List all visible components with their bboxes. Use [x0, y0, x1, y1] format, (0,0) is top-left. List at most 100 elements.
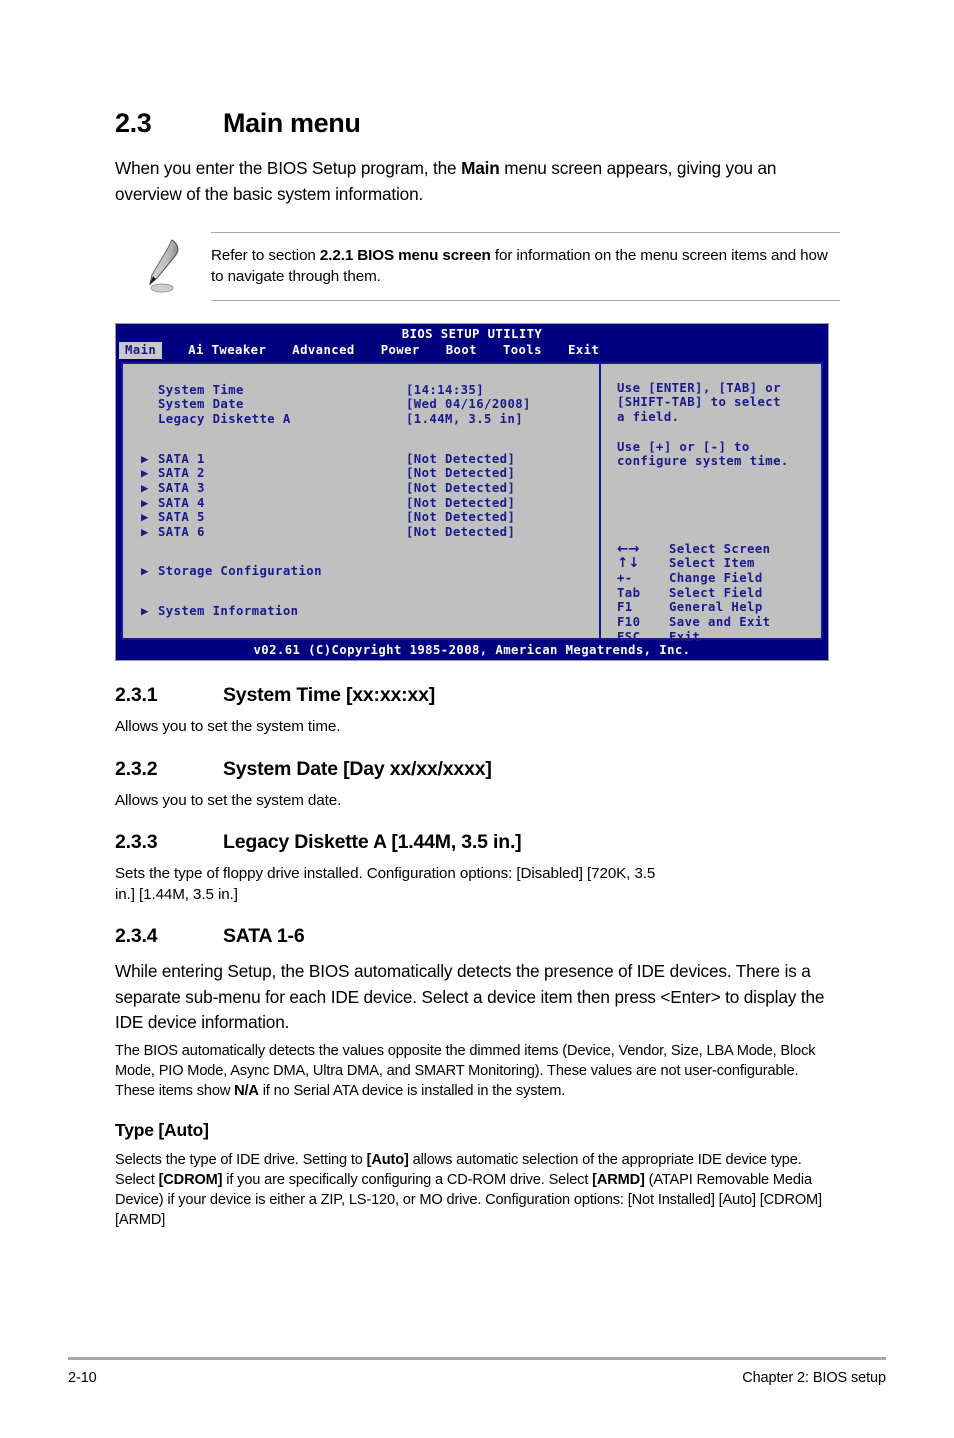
bios-legend-change-field: +- Change Field	[617, 571, 821, 586]
bios-field-label: System Date	[158, 397, 244, 412]
subsection-body-234-para1: While entering Setup, the BIOS automatic…	[115, 961, 825, 1033]
intro-text-a: When you enter the BIOS Setup program, t…	[115, 158, 462, 178]
footer-chapter: Chapter 2: BIOS setup	[742, 1370, 886, 1386]
pencil-icon	[115, 232, 211, 294]
type-auto-bold-armd: [ARMD]	[592, 1171, 645, 1188]
subsection-number: 2.3.4	[115, 925, 158, 948]
bios-item-sata-1[interactable]: ▶ SATA 1 [Not Detected]	[141, 452, 599, 467]
bios-item-label: SATA 2	[158, 466, 205, 481]
bios-tab-main[interactable]: Main	[119, 342, 163, 359]
submenu-arrow-icon: ▶	[141, 480, 149, 495]
subsection-number: 2.3.3	[115, 831, 158, 854]
bios-item-value: [Not Detected]	[406, 525, 516, 540]
note-text: Refer to section 2.2.1 BIOS menu screen …	[211, 245, 840, 287]
subsection-heading-234: 2.3.4 SATA 1-6	[115, 925, 840, 948]
bios-tab-exit[interactable]: Exit	[568, 342, 599, 359]
bios-legend-action: Save and Exit	[669, 615, 771, 630]
type-auto-d: if you are specifically configuring a CD…	[222, 1171, 593, 1188]
submenu-arrow-icon: ▶	[141, 603, 149, 618]
para2-text-b: if no Serial ATA device is installed in …	[258, 1082, 566, 1099]
bios-item-value: [Not Detected]	[406, 510, 516, 525]
bios-legend-action: Change Field	[669, 571, 763, 585]
page-footer: 2-10 Chapter 2: BIOS setup	[68, 1370, 886, 1386]
subsection-title: Legacy Diskette A [1.44M, 3.5 in.]	[223, 831, 522, 854]
intro-text-bold: Main	[461, 158, 500, 178]
bios-item-label: SATA 3	[158, 480, 205, 495]
subsection-title: System Date [Day xx/xx/xxxx]	[223, 757, 492, 780]
bios-settings-panel: System Time [14:14:35] System Date [Wed …	[123, 363, 601, 638]
bios-menu-bar: Main Ai Tweaker Advanced Power Boot Tool…	[116, 342, 828, 359]
bios-field-system-time[interactable]: System Time [14:14:35]	[141, 383, 599, 398]
type-auto-heading: Type [Auto]	[115, 1119, 209, 1140]
subsection-body-231: Allows you to set the system time.	[115, 718, 341, 736]
bios-legend-select-screen: ←→ Select Screen	[617, 540, 821, 557]
submenu-arrow-icon: ▶	[141, 510, 149, 525]
bios-field-legacy-diskette-a[interactable]: Legacy Diskette A [1.44M, 3.5 in]	[141, 412, 599, 427]
bios-item-sata-2[interactable]: ▶ SATA 2 [Not Detected]	[141, 466, 599, 481]
footer-divider	[68, 1357, 886, 1360]
submenu-arrow-icon: ▶	[141, 564, 149, 579]
f1-key: F1	[617, 600, 633, 615]
bios-field-label: Legacy Diskette A	[158, 412, 291, 427]
subsection-title: SATA 1-6	[223, 925, 305, 948]
subsection-body-232: Allows you to set the system date.	[115, 791, 342, 809]
bios-legend-action: Select Field	[669, 585, 763, 600]
subsection-heading-232: 2.3.2 System Date [Day xx/xx/xxxx]	[115, 758, 840, 781]
document-page: 2.3 Main menu When you enter the BIOS Se…	[0, 0, 954, 1438]
submenu-arrow-icon: ▶	[141, 466, 149, 481]
bios-item-sata-5[interactable]: ▶ SATA 5 [Not Detected]	[141, 510, 599, 525]
f10-key: F10	[617, 615, 641, 630]
bios-item-sata-3[interactable]: ▶ SATA 3 [Not Detected]	[141, 481, 599, 496]
bios-tab-ai-tweaker[interactable]: Ai Tweaker	[188, 342, 266, 359]
bios-item-storage-configuration[interactable]: ▶ Storage Configuration	[141, 564, 599, 579]
bios-item-system-information[interactable]: ▶ System Information	[141, 604, 599, 619]
bios-item-value: [Not Detected]	[406, 480, 516, 495]
bios-tab-tools[interactable]: Tools	[503, 342, 542, 359]
subsection-body-233: Sets the type of floppy drive installed.…	[115, 865, 656, 903]
bios-legend-select-item: ↑↓ Select Item	[617, 556, 821, 571]
bios-tab-boot[interactable]: Boot	[446, 342, 477, 359]
submenu-arrow-icon: ▶	[141, 451, 149, 466]
bios-item-sata-6[interactable]: ▶ SATA 6 [Not Detected]	[141, 525, 599, 540]
bios-tab-advanced[interactable]: Advanced	[292, 342, 354, 359]
bios-field-value: [1.44M, 3.5 in]	[406, 412, 524, 427]
para2-text-bold: N/A	[234, 1082, 259, 1099]
type-auto-body: Selects the type of IDE drive. Setting t…	[115, 1150, 840, 1230]
plus-minus-key: +-	[617, 571, 633, 585]
bios-legend-action: Select Item	[669, 556, 755, 571]
type-auto-bold-cdrom: [CDROM]	[158, 1171, 223, 1188]
bios-field-value: [14:14:35]	[406, 382, 485, 397]
bios-help-text-2: Use [+] or [-] to configure system time.	[617, 439, 789, 469]
footer-page-number: 2-10	[68, 1370, 97, 1386]
note-text-bold: 2.2.1 BIOS menu screen	[319, 247, 491, 264]
bios-item-label: Storage Configuration	[158, 564, 322, 579]
note-body: Refer to section 2.2.1 BIOS menu screen …	[211, 232, 840, 301]
bios-item-label: SATA 4	[158, 495, 205, 510]
subsection-heading-233: 2.3.3 Legacy Diskette A [1.44M, 3.5 in.]	[115, 831, 840, 854]
up-down-arrow-icon: ↑↓	[617, 555, 640, 572]
bios-body: System Time [14:14:35] System Date [Wed …	[121, 361, 823, 644]
bios-field-value: [Wed 04/16/2008]	[406, 397, 531, 412]
bios-item-label: SATA 1	[158, 451, 205, 466]
bios-item-sata-4[interactable]: ▶ SATA 4 [Not Detected]	[141, 496, 599, 511]
left-right-arrow-icon: ←→	[617, 540, 640, 557]
bios-item-value: [Not Detected]	[406, 451, 516, 466]
bios-item-label: System Information	[158, 603, 299, 618]
section-number: 2.3	[115, 108, 152, 138]
tab-key: Tab	[617, 585, 641, 600]
bios-tab-power[interactable]: Power	[381, 342, 420, 359]
subsection-number: 2.3.2	[115, 757, 158, 780]
note-text-a: Refer to section	[211, 247, 320, 264]
bios-title: BIOS SETUP UTILITY	[401, 327, 543, 341]
bios-item-label: SATA 6	[158, 525, 205, 540]
submenu-arrow-icon: ▶	[141, 525, 149, 540]
bios-item-value: [Not Detected]	[406, 495, 516, 510]
bios-legend-action: General Help	[669, 600, 763, 615]
bios-field-system-date[interactable]: System Date [Wed 04/16/2008]	[141, 397, 599, 412]
bios-help-panel: Use [ENTER], [TAB] or [SHIFT-TAB] to sel…	[601, 364, 821, 644]
